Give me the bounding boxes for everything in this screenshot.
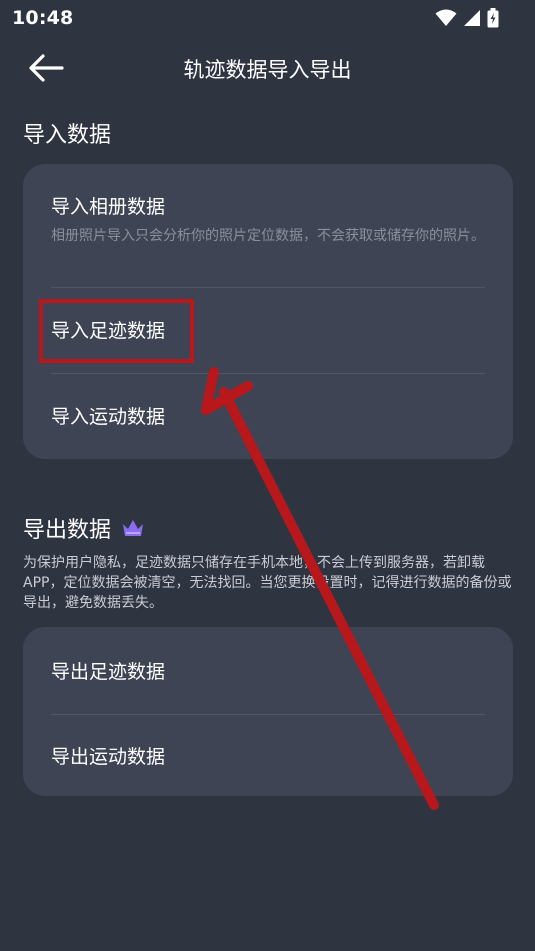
header: 轨迹数据导入导出 [0, 40, 535, 96]
divider [51, 714, 485, 715]
export-section-heading: 导出数据 [23, 512, 145, 544]
export-exercise-data-item[interactable]: 导出运动数据 [51, 742, 485, 769]
export-card: 导出足迹数据 导出运动数据 [23, 627, 513, 796]
status-bar: 10:48 [0, 0, 535, 36]
import-exercise-data-item[interactable]: 导入运动数据 [51, 402, 485, 429]
import-album-data-item[interactable]: 导入相册数据 相册照片导入只会分析你的照片定位数据，不会获取或储存你的照片。 [51, 192, 485, 246]
status-icons [435, 8, 499, 28]
wifi-icon [435, 9, 457, 26]
export-footprint-data-label: 导出足迹数据 [51, 661, 166, 683]
import-album-data-description: 相册照片导入只会分析你的照片定位数据，不会获取或储存你的照片。 [51, 228, 485, 244]
export-privacy-notice: 为保护用户隐私，足迹数据只储存在手机本地，不会上传到服务器，若卸载APP，定位数… [23, 555, 512, 611]
divider [51, 373, 485, 374]
status-time: 10:48 [12, 7, 74, 29]
annotation-highlight-box [39, 299, 194, 363]
import-album-data-label: 导入相册数据 [51, 196, 166, 218]
export-section-heading-label: 导出数据 [23, 518, 112, 543]
import-exercise-data-label: 导入运动数据 [51, 406, 166, 428]
import-section-heading: 导入数据 [23, 123, 112, 148]
page-title: 轨迹数据导入导出 [183, 58, 352, 82]
battery-charging-icon [487, 8, 499, 28]
divider [51, 287, 485, 288]
crown-icon [123, 520, 144, 536]
cellular-signal-icon [464, 10, 480, 26]
export-exercise-data-label: 导出运动数据 [51, 746, 166, 768]
export-footprint-data-item[interactable]: 导出足迹数据 [51, 657, 485, 684]
